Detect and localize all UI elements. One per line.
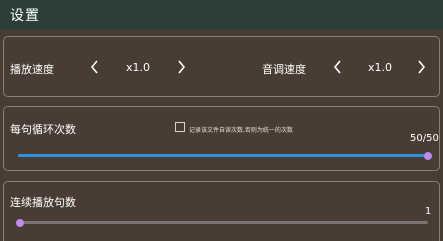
continuous-play-slider-track[interactable] <box>18 221 428 224</box>
play-speed-label: 播放速度 <box>10 63 54 76</box>
loop-count-label: 每句循环次数 <box>10 123 76 136</box>
loop-count-value: 50/50 <box>410 133 439 144</box>
speed-panel: 播放速度 x1.0 音调速度 x1.0 <box>3 36 440 97</box>
per-file-count-checkbox-label: 记录该文件自读次数,否则为统一的次数 <box>189 127 293 134</box>
continuous-play-slider-thumb[interactable] <box>16 218 24 227</box>
continuous-play-panel: 连续播放句数 1 <box>3 181 440 241</box>
loop-count-slider-fill <box>18 154 428 157</box>
title-bar: 设置 <box>0 0 443 30</box>
chevron-right-icon <box>418 60 426 74</box>
loop-count-slider-thumb[interactable] <box>424 151 432 160</box>
page-title: 设置 <box>10 8 40 24</box>
chevron-right-icon <box>178 60 186 74</box>
loop-count-panel: 每句循环次数 记录该文件自读次数,否则为统一的次数 50/50 <box>3 106 440 171</box>
per-file-count-checkbox[interactable] <box>175 122 185 132</box>
pitch-speed-label: 音调速度 <box>262 63 306 76</box>
continuous-play-value: 1 <box>425 206 432 217</box>
play-speed-value: x1.0 <box>126 61 151 74</box>
continuous-play-label: 连续播放句数 <box>10 196 76 209</box>
play-speed-increase-button[interactable] <box>168 54 194 80</box>
pitch-speed-decrease-button[interactable] <box>325 54 351 80</box>
pitch-speed-increase-button[interactable] <box>408 54 434 80</box>
chevron-left-icon <box>90 60 98 74</box>
play-speed-decrease-button[interactable] <box>82 54 108 80</box>
pitch-speed-value: x1.0 <box>368 61 393 74</box>
chevron-left-icon <box>333 60 341 74</box>
